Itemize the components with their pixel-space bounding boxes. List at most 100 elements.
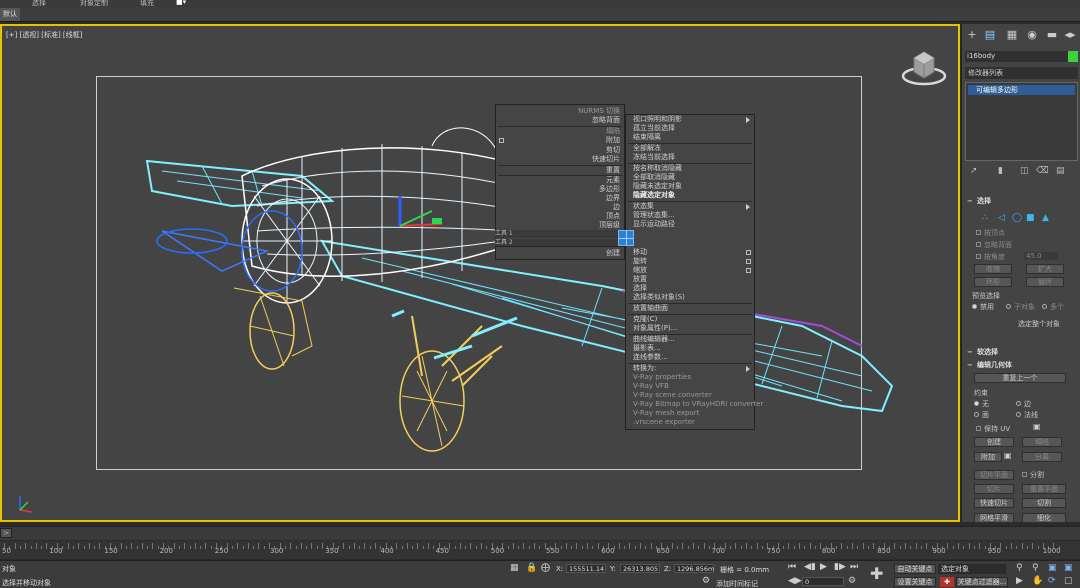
qm-select[interactable]: 选择 — [633, 284, 647, 293]
previous-frame-icon[interactable]: ◀▮ — [804, 562, 816, 572]
pan-view-icon[interactable]: ✋ — [1032, 576, 1043, 586]
perspective-viewport[interactable]: [+] [透视] [标准] [线框] NURMS 切换 忽略背面 塌陷 附加 剪… — [0, 24, 960, 522]
menu-icon[interactable]: ■▾ — [176, 0, 186, 6]
qm-edge[interactable]: 边 — [613, 203, 620, 212]
show-end-result-icon[interactable]: ▮ — [998, 166, 1003, 176]
shrink-button[interactable]: 收缩 — [974, 264, 1012, 274]
qm-nurms-toggle[interactable]: NURMS 切换 — [578, 107, 620, 116]
zoom-extents-all-icon[interactable]: ▣ — [1064, 563, 1073, 573]
key-filters-button[interactable]: 关键点过滤器... — [956, 577, 1008, 587]
meshsmooth-button[interactable]: 网格平滑 — [974, 513, 1014, 523]
zoom-extents-icon[interactable]: ▣ — [1048, 563, 1057, 573]
qm-rotate[interactable]: 旋转 — [633, 257, 647, 266]
time-tag-icon[interactable]: ⚙ — [702, 576, 710, 586]
play-icon[interactable]: ▶ — [820, 562, 827, 572]
qm-attach-settings-icon[interactable] — [499, 138, 504, 143]
qm-clone[interactable]: 克隆(C) — [633, 315, 657, 324]
constraint-face-radio[interactable] — [974, 412, 979, 417]
qm-attach[interactable]: 附加 — [606, 136, 620, 145]
isolate-toggle-icon[interactable]: ▦ — [510, 563, 519, 573]
polygon-level-icon[interactable]: ■ — [1026, 213, 1035, 223]
qm-place-pivot-surface[interactable]: 放置轴曲面 — [633, 304, 668, 313]
angle-spinner[interactable]: 45.0 — [1024, 252, 1058, 260]
modifier-stack[interactable]: 可编辑多边形 — [965, 82, 1078, 161]
display-tab-icon[interactable]: ▬ — [1045, 28, 1059, 42]
selection-set-dropdown[interactable]: 选定对象 — [938, 564, 1006, 574]
qm-element[interactable]: 元素 — [606, 176, 620, 185]
tessellate-button[interactable]: 细化 — [1022, 513, 1066, 523]
qm-reset[interactable]: 重置 — [606, 166, 620, 175]
qm-isolate-selection[interactable]: 孤立当前选择 — [633, 124, 675, 133]
qm-convert-to[interactable]: 转换为: — [633, 364, 656, 373]
current-frame-field[interactable]: 0 — [802, 577, 844, 586]
absolute-mode-icon[interactable]: ⨁ — [541, 563, 550, 573]
tab-default[interactable]: 默认 — [0, 8, 20, 21]
qm-end-isolate[interactable]: 结束隔离 — [633, 133, 661, 142]
qm-create[interactable]: 创建 — [606, 249, 620, 258]
rollout-edit-geometry[interactable]: 编辑几何体 — [965, 360, 1078, 371]
go-to-end-icon[interactable]: ⏭ — [850, 562, 858, 572]
zoom-all-icon[interactable]: ⚲ — [1032, 563, 1039, 573]
create-button[interactable]: 创建 — [974, 437, 1014, 447]
quickslice-button[interactable]: 快速切片 — [974, 498, 1014, 508]
set-key-button[interactable]: 设置关键点 — [894, 577, 936, 587]
add-time-tag-button[interactable]: 添加时间标记 — [716, 579, 758, 588]
qm-move[interactable]: 移动 — [633, 248, 647, 257]
time-slider-track[interactable] — [0, 526, 1080, 540]
z-coordinate-field[interactable]: 1296.856m — [674, 564, 714, 573]
settings-box-icon[interactable] — [746, 268, 751, 273]
key-mode-icon[interactable]: ◀▶ — [788, 576, 802, 586]
qm-place[interactable]: 放置 — [633, 275, 647, 284]
time-slider-handle[interactable]: > — [0, 528, 12, 538]
qm-hide-selection[interactable]: 隐藏选定对象 — [633, 191, 675, 200]
qm-state-sets[interactable]: 状态集 — [633, 202, 654, 211]
qm-vray-scene-converter[interactable]: V-Ray scene converter — [633, 391, 712, 400]
slice-plane-button[interactable]: 切片平面 — [974, 470, 1014, 480]
constraint-edge-radio[interactable] — [1016, 401, 1021, 406]
qm-vertex[interactable]: 顶点 — [606, 212, 620, 221]
configure-sets-icon[interactable]: ▤ — [1056, 166, 1065, 176]
viewcube-icon[interactable] — [900, 44, 948, 88]
split-checkbox[interactable] — [1022, 472, 1027, 477]
rollout-selection[interactable]: 选择 — [965, 196, 1078, 207]
qm-quickslice[interactable]: 快速切片 — [592, 155, 620, 164]
qm-polygon[interactable]: 多边形 — [599, 185, 620, 194]
element-level-icon[interactable]: ▲ — [1042, 213, 1049, 223]
loop-button[interactable]: 循环 — [1026, 277, 1064, 287]
object-color-swatch[interactable] — [1068, 51, 1078, 62]
qm-top-level[interactable]: 顶层级 — [599, 221, 620, 230]
qm-freeze-selection[interactable]: 冻结当前选择 — [633, 153, 675, 162]
qm-border[interactable]: 边界 — [606, 194, 620, 203]
qm-vray-vfb[interactable]: V-Ray VFB — [633, 382, 669, 391]
create-tab-icon[interactable]: + — [965, 28, 979, 42]
qm-unhide-by-name[interactable]: 按名称取消隐藏 — [633, 164, 682, 173]
slice-button[interactable]: 切片 — [974, 484, 1014, 494]
pin-stack-icon[interactable]: ➚ — [970, 166, 978, 176]
edge-level-icon[interactable]: ◁ — [998, 213, 1005, 223]
attach-button[interactable]: 附加 — [974, 452, 1002, 462]
preserve-uv-settings-icon[interactable]: ▣ — [1033, 422, 1041, 431]
field-of-view-icon[interactable]: ▶ — [1016, 576, 1023, 586]
qm-viewport-lighting[interactable]: 视口照明和阴影 — [633, 115, 682, 124]
qm-scale[interactable]: 缩放 — [633, 266, 647, 275]
go-to-start-icon[interactable]: ⏮ — [788, 562, 796, 572]
remove-modifier-icon[interactable]: ⌫ — [1036, 166, 1049, 176]
collapse-button[interactable]: 塌陷 — [1022, 437, 1062, 447]
ignore-backfacing-checkbox[interactable] — [976, 242, 981, 247]
maximize-viewport-icon[interactable]: ▢ — [1064, 576, 1073, 586]
qm-cut[interactable]: 剪切 — [606, 146, 620, 155]
settings-box-icon[interactable] — [746, 259, 751, 264]
detach-button[interactable]: 分离 — [1022, 452, 1062, 462]
settings-box-icon[interactable] — [746, 250, 751, 255]
modify-tab-icon[interactable]: ▤ — [983, 28, 997, 42]
repeat-last-button[interactable]: 重复上一个 — [974, 373, 1066, 383]
ring-button[interactable]: 环形 — [974, 277, 1012, 287]
by-vertex-checkbox[interactable] — [976, 230, 981, 235]
qm-display-trajectory[interactable]: 显示运动路径 — [633, 220, 675, 229]
selection-lock-icon[interactable]: 🔒 — [526, 563, 537, 573]
grow-button[interactable]: 扩大 — [1026, 264, 1064, 274]
auto-key-button[interactable]: 自动关键点 — [894, 564, 936, 574]
preview-multi-radio[interactable] — [1042, 304, 1047, 309]
next-frame-icon[interactable]: ▮▶ — [834, 562, 846, 572]
qm-select-similar[interactable]: 选择类似对象(S) — [633, 293, 685, 302]
